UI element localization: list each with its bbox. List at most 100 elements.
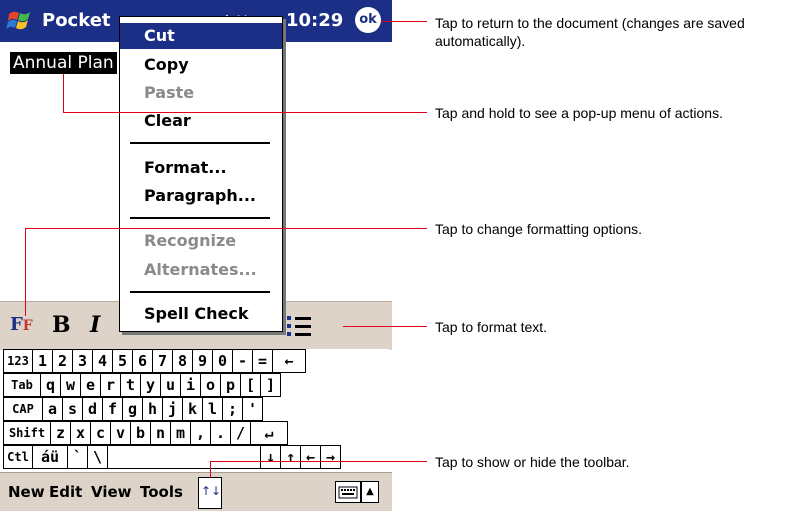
key-5[interactable]: 5: [112, 349, 133, 373]
menu-item-recognize[interactable]: Recognize: [120, 228, 282, 254]
key-space[interactable]: [107, 445, 261, 469]
key-symbol[interactable]: →: [320, 445, 341, 469]
menu-separator: [130, 142, 270, 144]
key-a[interactable]: a: [42, 397, 63, 421]
callout-line-ok: [381, 21, 427, 22]
key-Ctl[interactable]: Ctl: [3, 445, 33, 469]
key-f[interactable]: f: [102, 397, 123, 421]
bullet-list-icon[interactable]: [287, 316, 311, 338]
input-selector-arrow[interactable]: ▲: [361, 481, 379, 503]
key-r[interactable]: r: [100, 373, 121, 397]
menu-view[interactable]: View: [91, 483, 132, 501]
key-u[interactable]: u: [160, 373, 181, 397]
callout-toggle-toolbar: Tap to show or hide the toolbar.: [435, 454, 630, 470]
key-o[interactable]: o: [200, 373, 221, 397]
pocket-pc-screen: Pocket ⇄ ✕ 10:29 ok Annual Plan FF B I 1…: [0, 0, 392, 511]
menu-item-cut[interactable]: Cut: [120, 23, 282, 49]
menu-new[interactable]: New: [8, 483, 45, 501]
key-8[interactable]: 8: [172, 349, 193, 373]
key-d[interactable]: d: [82, 397, 103, 421]
context-menu: Cut Copy Paste Clear Format... Paragraph…: [119, 16, 283, 332]
key-x[interactable]: x: [70, 421, 91, 445]
key-symbol[interactable]: ;: [222, 397, 243, 421]
key-s[interactable]: s: [62, 397, 83, 421]
keyboard-icon[interactable]: [335, 481, 361, 503]
key-symbol[interactable]: ]: [260, 373, 281, 397]
key-symbol[interactable]: ↵: [250, 421, 288, 445]
key-c[interactable]: c: [90, 421, 111, 445]
key-2[interactable]: 2: [52, 349, 73, 373]
key-m[interactable]: m: [170, 421, 191, 445]
key-q[interactable]: q: [40, 373, 61, 397]
callout-return-document: Tap to return to the document (changes a…: [435, 15, 745, 49]
key-symbol[interactable]: -: [232, 349, 253, 373]
key-symbol[interactable]: ,: [190, 421, 211, 445]
key-4[interactable]: 4: [92, 349, 113, 373]
key-k[interactable]: k: [182, 397, 203, 421]
key-t[interactable]: t: [120, 373, 141, 397]
key-p[interactable]: p: [220, 373, 241, 397]
key-1[interactable]: 1: [32, 349, 53, 373]
key-y[interactable]: y: [140, 373, 161, 397]
key-b[interactable]: b: [130, 421, 151, 445]
menu-edit[interactable]: Edit: [49, 483, 82, 501]
key-j[interactable]: j: [162, 397, 183, 421]
callout-popup-menu: Tap and hold to see a pop-up menu of act…: [435, 105, 723, 121]
soft-keyboard: 123 1 2 3 4 5 6 7 8 9 0- = ← Tab q w e r t y u i o p[] CAP a s d f…: [3, 349, 389, 471]
keyboard-row-numbers: 123 1 2 3 4 5 6 7 8 9 0- = ←: [3, 349, 306, 373]
key-symbol[interactable]: áü: [32, 445, 68, 469]
bold-button[interactable]: B: [52, 312, 71, 338]
key-6[interactable]: 6: [132, 349, 153, 373]
menu-item-alternates[interactable]: Alternates...: [120, 257, 282, 283]
italic-button[interactable]: I: [90, 312, 100, 338]
callout-line-format: [25, 228, 427, 229]
menu-tools[interactable]: Tools: [140, 483, 183, 501]
key-123[interactable]: 123: [3, 349, 33, 373]
key-3[interactable]: 3: [72, 349, 93, 373]
menu-item-spell-check[interactable]: Spell Check: [120, 301, 282, 327]
key-w[interactable]: w: [60, 373, 81, 397]
callout-line-toolbar: [343, 326, 427, 327]
key-e[interactable]: e: [80, 373, 101, 397]
key-Shift[interactable]: Shift: [3, 421, 51, 445]
key-symbol[interactable]: \: [87, 445, 108, 469]
key-symbol[interactable]: =: [252, 349, 273, 373]
app-title: Pocket: [42, 10, 111, 31]
keyboard-row-home: CAP a s d f g h j k l; ': [3, 397, 263, 421]
ok-button[interactable]: ok: [355, 7, 381, 33]
menu-separator: [130, 291, 270, 293]
clock[interactable]: 10:29: [286, 10, 343, 31]
key-symbol[interactable]: /: [230, 421, 251, 445]
key-0[interactable]: 0: [212, 349, 233, 373]
key-symbol[interactable]: ←: [300, 445, 321, 469]
toolbar-toggle-button[interactable]: ↑↓: [198, 477, 222, 509]
start-flag-icon[interactable]: [6, 8, 36, 34]
menu-item-paragraph[interactable]: Paragraph...: [120, 183, 282, 209]
key-symbol[interactable]: `: [67, 445, 88, 469]
key-v[interactable]: v: [110, 421, 131, 445]
menu-item-format[interactable]: Format...: [120, 155, 282, 181]
key-symbol[interactable]: .: [210, 421, 231, 445]
key-symbol[interactable]: ←: [272, 349, 306, 373]
key-h[interactable]: h: [142, 397, 163, 421]
key-Tab[interactable]: Tab: [3, 373, 41, 397]
menu-item-copy[interactable]: Copy: [120, 52, 282, 78]
key-z[interactable]: z: [50, 421, 71, 445]
toolbar-toggle-icon: ↑↓: [201, 484, 222, 498]
keyboard-row-qwerty: Tab q w e r t y u i o p[]: [3, 373, 281, 397]
key-CAP[interactable]: CAP: [3, 397, 43, 421]
key-i[interactable]: i: [180, 373, 201, 397]
key-symbol[interactable]: [: [240, 373, 261, 397]
key-n[interactable]: n: [150, 421, 171, 445]
key-symbol[interactable]: ': [242, 397, 263, 421]
menu-bar: New Edit View Tools ↑↓ ▲: [0, 472, 392, 511]
document-selected-text[interactable]: Annual Plan: [10, 52, 117, 74]
menu-item-paste[interactable]: Paste: [120, 80, 282, 106]
format-options-icon[interactable]: FF: [10, 314, 33, 335]
key-symbol[interactable]: ↓: [260, 445, 281, 469]
key-9[interactable]: 9: [192, 349, 213, 373]
key-g[interactable]: g: [122, 397, 143, 421]
key-symbol[interactable]: ↑: [280, 445, 301, 469]
key-l[interactable]: l: [202, 397, 223, 421]
key-7[interactable]: 7: [152, 349, 173, 373]
